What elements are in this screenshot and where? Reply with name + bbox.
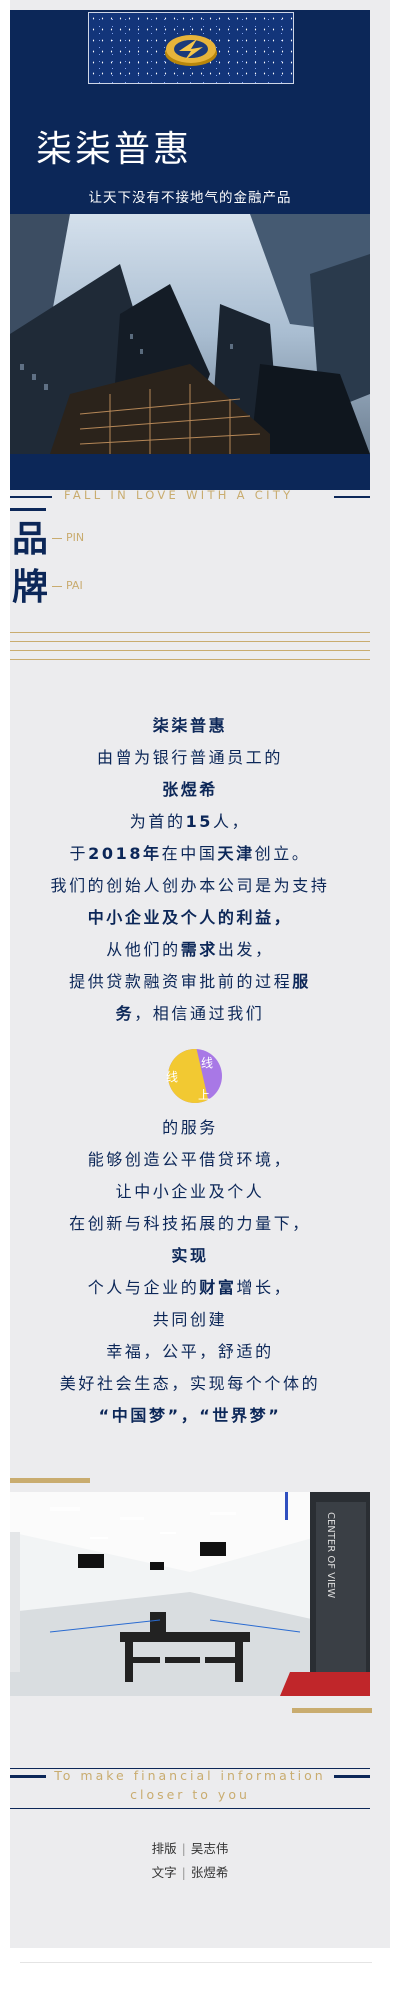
online-circle-graphic: 线 线 上 — [157, 1042, 233, 1112]
pai-label: PAI — [52, 579, 83, 592]
fall-in-love-strip: FALL IN LOVE WITH A CITY — [10, 488, 370, 506]
circle-char-bottom: 上 — [198, 1088, 211, 1102]
logo-box — [88, 12, 294, 84]
story-line: 能够创造公平借贷环境， — [87, 1150, 293, 1169]
hero-title: 柒柒普惠 — [36, 129, 193, 170]
gold-accent-bar — [292, 1708, 372, 1713]
hero-tagline: 让天下没有不接地气的金融产品 — [88, 190, 292, 206]
footer-slogan: To make financial information closer to … — [50, 1766, 330, 1804]
story-line: 幸福，公平，舒适的 — [106, 1342, 274, 1361]
story-line: 提供贷款融资审批前的过程服 — [69, 972, 311, 991]
story-top: 柒柒普惠 由曾为银行普通员工的 张煜希 为首的15人， 于2018年在中国天津创… — [30, 710, 350, 1030]
story-line: 为首的15人， — [129, 812, 251, 831]
city-skyline-image — [10, 214, 370, 454]
divider — [10, 496, 52, 498]
story-bottom: 的服务 能够创造公平借贷环境， 让中小企业及个人 在创新与科技拓展的力量下， 实… — [30, 1112, 350, 1432]
pin-label: PIN — [52, 531, 84, 544]
fall-in-love-text: FALL IN LOVE WITH A CITY — [64, 488, 294, 502]
hero-banner: 柒柒普惠 让天下没有不接地气的金融产品 — [10, 10, 370, 490]
office-sign: CENTER OF VIEW — [325, 1512, 336, 1598]
footer-slogan-line2: closer to you — [130, 1787, 250, 1802]
story-line: 美好社会生态，实现每个个体的 — [59, 1374, 321, 1393]
story-line: 我们的创始人创办本公司是为支持 — [50, 876, 330, 895]
footer-mark — [10, 1775, 46, 1778]
story-line: 实现 — [171, 1246, 209, 1265]
company-logo-icon — [165, 35, 217, 66]
credit-layout: 排版 | 吴志伟 — [151, 1841, 229, 1856]
story-line: 中小企业及个人的利益， — [87, 908, 293, 927]
story-line: 由曾为银行普通员工的 — [96, 748, 283, 767]
story-line: 共同创建 — [152, 1310, 228, 1329]
footer-rule — [10, 1808, 370, 1809]
story-line: 的服务 — [162, 1118, 218, 1137]
footer-mark — [334, 1775, 370, 1778]
gold-accent-bar — [10, 1478, 90, 1483]
story-company: 柒柒普惠 — [152, 716, 228, 735]
circle-char-left: 线 — [166, 1070, 179, 1084]
story-line: 务，相信通过我们 — [115, 1004, 265, 1023]
story-line: 在创新与科技拓展的力量下， — [69, 1214, 311, 1233]
story-line: 让中小企业及个人 — [115, 1182, 265, 1201]
gold-rules — [10, 632, 370, 668]
credit-text: 文字 | 张煜希 — [151, 1865, 229, 1880]
story-line: 从他们的需求出发， — [106, 940, 274, 959]
divider — [334, 496, 370, 498]
story-line: 个人与企业的财富增长， — [87, 1278, 293, 1297]
office-photo: CENTER OF VIEW — [10, 1492, 370, 1696]
story-dream: “中国梦”，“世界梦” — [98, 1406, 282, 1425]
story-founder: 张煜希 — [162, 780, 218, 799]
circle-char-top: 线 — [201, 1056, 214, 1070]
story-line: 于2018年在中国天津创立。 — [69, 844, 311, 863]
brand-char-pin: 品 — [12, 519, 49, 560]
bottom-rule — [20, 1962, 372, 1963]
brand-char-pai: 牌 — [12, 567, 49, 608]
footer-slogan-line1: To make financial information — [54, 1768, 326, 1783]
